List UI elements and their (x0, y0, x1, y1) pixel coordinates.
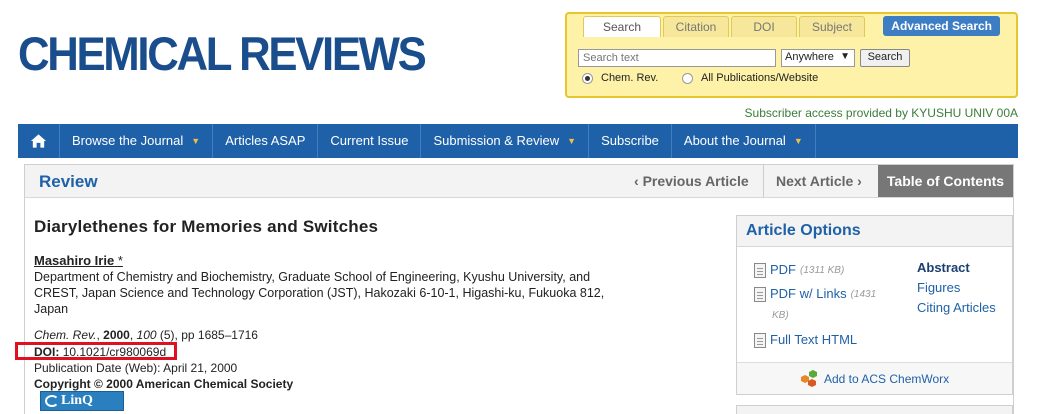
nav-label: Articles ASAP (225, 133, 306, 148)
tab-doi[interactable]: DOI (731, 16, 797, 37)
pdf-with-links-link[interactable]: PDF w/ Links (1431 (754, 286, 904, 302)
citation-volume: 100 (136, 328, 157, 342)
linq-button[interactable]: LinQ (40, 391, 124, 411)
nav-home[interactable] (18, 124, 60, 158)
journal-logo[interactable]: CHEMICAL REVIEWS (18, 30, 427, 77)
nav-subscribe[interactable]: Subscribe (589, 124, 672, 158)
linq-label: LinQ (61, 393, 93, 408)
publication-date: Publication Date (Web): April 21, 2000 (34, 361, 238, 375)
nav-articles-asap[interactable]: Articles ASAP (213, 124, 319, 158)
citation-pages: (5), pp 1685–1716 (156, 328, 258, 342)
caret-down-icon: ▼ (567, 136, 577, 146)
secondary-options-panel (736, 405, 1013, 414)
article-options-header: Article Options (737, 216, 1012, 247)
nav-browse-journal[interactable]: Browse the Journal ▼ (60, 124, 214, 158)
table-of-contents-button[interactable]: Table of Contents (878, 165, 1013, 197)
citing-articles-link[interactable]: Citing Articles (917, 300, 996, 315)
chevron-left-icon: ‹ (634, 173, 643, 189)
chevron-right-icon: › (853, 173, 862, 189)
search-tabs: Search Citation DOI Subject (583, 16, 865, 37)
author-affiliation: Department of Chemistry and Biochemistry… (34, 270, 605, 316)
document-icon (754, 263, 766, 278)
home-icon (30, 134, 47, 148)
doi-highlight-box (15, 342, 177, 360)
chemworx-label[interactable]: Add to ACS ChemWorx (824, 372, 949, 386)
pdf-link[interactable]: PDF (1311 KB) (754, 262, 844, 278)
add-to-chemworx-button[interactable]: Add to ACS ChemWorx (737, 362, 1012, 394)
tab-citation[interactable]: Citation (663, 16, 729, 37)
fulltext-label[interactable]: Full Text HTML (770, 332, 857, 347)
figures-link[interactable]: Figures (917, 280, 960, 295)
nav-label: Browse the Journal (72, 133, 184, 148)
caret-down-icon: ▼ (793, 136, 803, 146)
document-icon (754, 287, 766, 302)
pdf-links-size-unit: KB) (772, 310, 789, 321)
main-nav: Browse the Journal ▼ Articles ASAP Curre… (18, 124, 1018, 158)
search-scope-select[interactable]: Anywhere ▼ (781, 49, 855, 67)
article-panel: Review ‹ Previous Article Next Article ›… (15, 164, 1014, 414)
next-label: Next Article (776, 173, 854, 189)
chemworx-icon (801, 370, 817, 387)
previous-article-link[interactable]: ‹ Previous Article (634, 165, 749, 197)
corresponding-author-mark: * (117, 253, 123, 268)
article-options-panel: Article Options PDF (1311 KB) PDF w/ Lin… (736, 215, 1013, 395)
full-text-html-link[interactable]: Full Text HTML (754, 332, 857, 348)
document-icon (754, 333, 766, 348)
section-label: Review (39, 172, 98, 191)
linq-logo-icon (45, 395, 59, 407)
article-citation: Chem. Rev., 2000, 100 (5), pp 1685–1716 (34, 328, 258, 342)
nav-current-issue[interactable]: Current Issue (318, 124, 422, 158)
search-input[interactable] (578, 49, 776, 67)
subscriber-access-text: Subscriber access provided by KYUSHU UNI… (744, 106, 1018, 120)
article-subnav: Review ‹ Previous Article Next Article ›… (25, 165, 1013, 198)
nav-label: Submission & Review (433, 133, 560, 148)
radio-label: All Publications/Website (701, 72, 819, 84)
search-panel: Search Citation DOI Subject Advanced Sea… (565, 12, 1018, 98)
author-link[interactable]: Masahiro Irie * (34, 253, 123, 268)
pdf-links-label[interactable]: PDF w/ Links (770, 286, 847, 301)
radio-checked-icon[interactable] (582, 72, 593, 84)
advanced-search-button[interactable]: Advanced Search (883, 16, 1000, 36)
nav-submission-review[interactable]: Submission & Review ▼ (421, 124, 590, 158)
abstract-link[interactable]: Abstract (917, 260, 970, 275)
caret-down-icon: ▼ (191, 136, 201, 146)
pdf-size: (1311 KB) (800, 265, 845, 276)
chevron-down-icon: ▼ (840, 51, 850, 62)
search-scope-value: Anywhere (785, 51, 834, 63)
next-article-link[interactable]: Next Article › (763, 165, 879, 197)
tab-search[interactable]: Search (583, 16, 661, 37)
search-button[interactable]: Search (860, 49, 910, 67)
nav-label: About the Journal (683, 133, 786, 148)
copyright-notice: Copyright © 2000 American Chemical Socie… (34, 377, 294, 391)
tab-subject[interactable]: Subject (799, 16, 865, 37)
article-title: Diarylethenes for Memories and Switches (34, 217, 379, 236)
radio-chem-rev[interactable]: Chem. Rev. (582, 72, 658, 84)
pdf-links-size: (1431 (850, 289, 877, 300)
nav-about-journal[interactable]: About the Journal ▼ (672, 124, 816, 158)
radio-label: Chem. Rev. (601, 72, 659, 84)
journal-abbrev: Chem. Rev. (34, 328, 97, 342)
citation-sep: , (129, 328, 137, 342)
nav-label: Current Issue (330, 133, 409, 148)
pdf-label[interactable]: PDF (770, 262, 796, 277)
author-name[interactable]: Masahiro Irie (34, 253, 114, 268)
radio-unchecked-icon[interactable] (682, 72, 693, 84)
nav-label: Subscribe (601, 133, 659, 148)
radio-all-publications[interactable]: All Publications/Website (682, 72, 818, 84)
prev-label: Previous Article (642, 173, 749, 189)
citation-year: 2000 (103, 328, 130, 342)
